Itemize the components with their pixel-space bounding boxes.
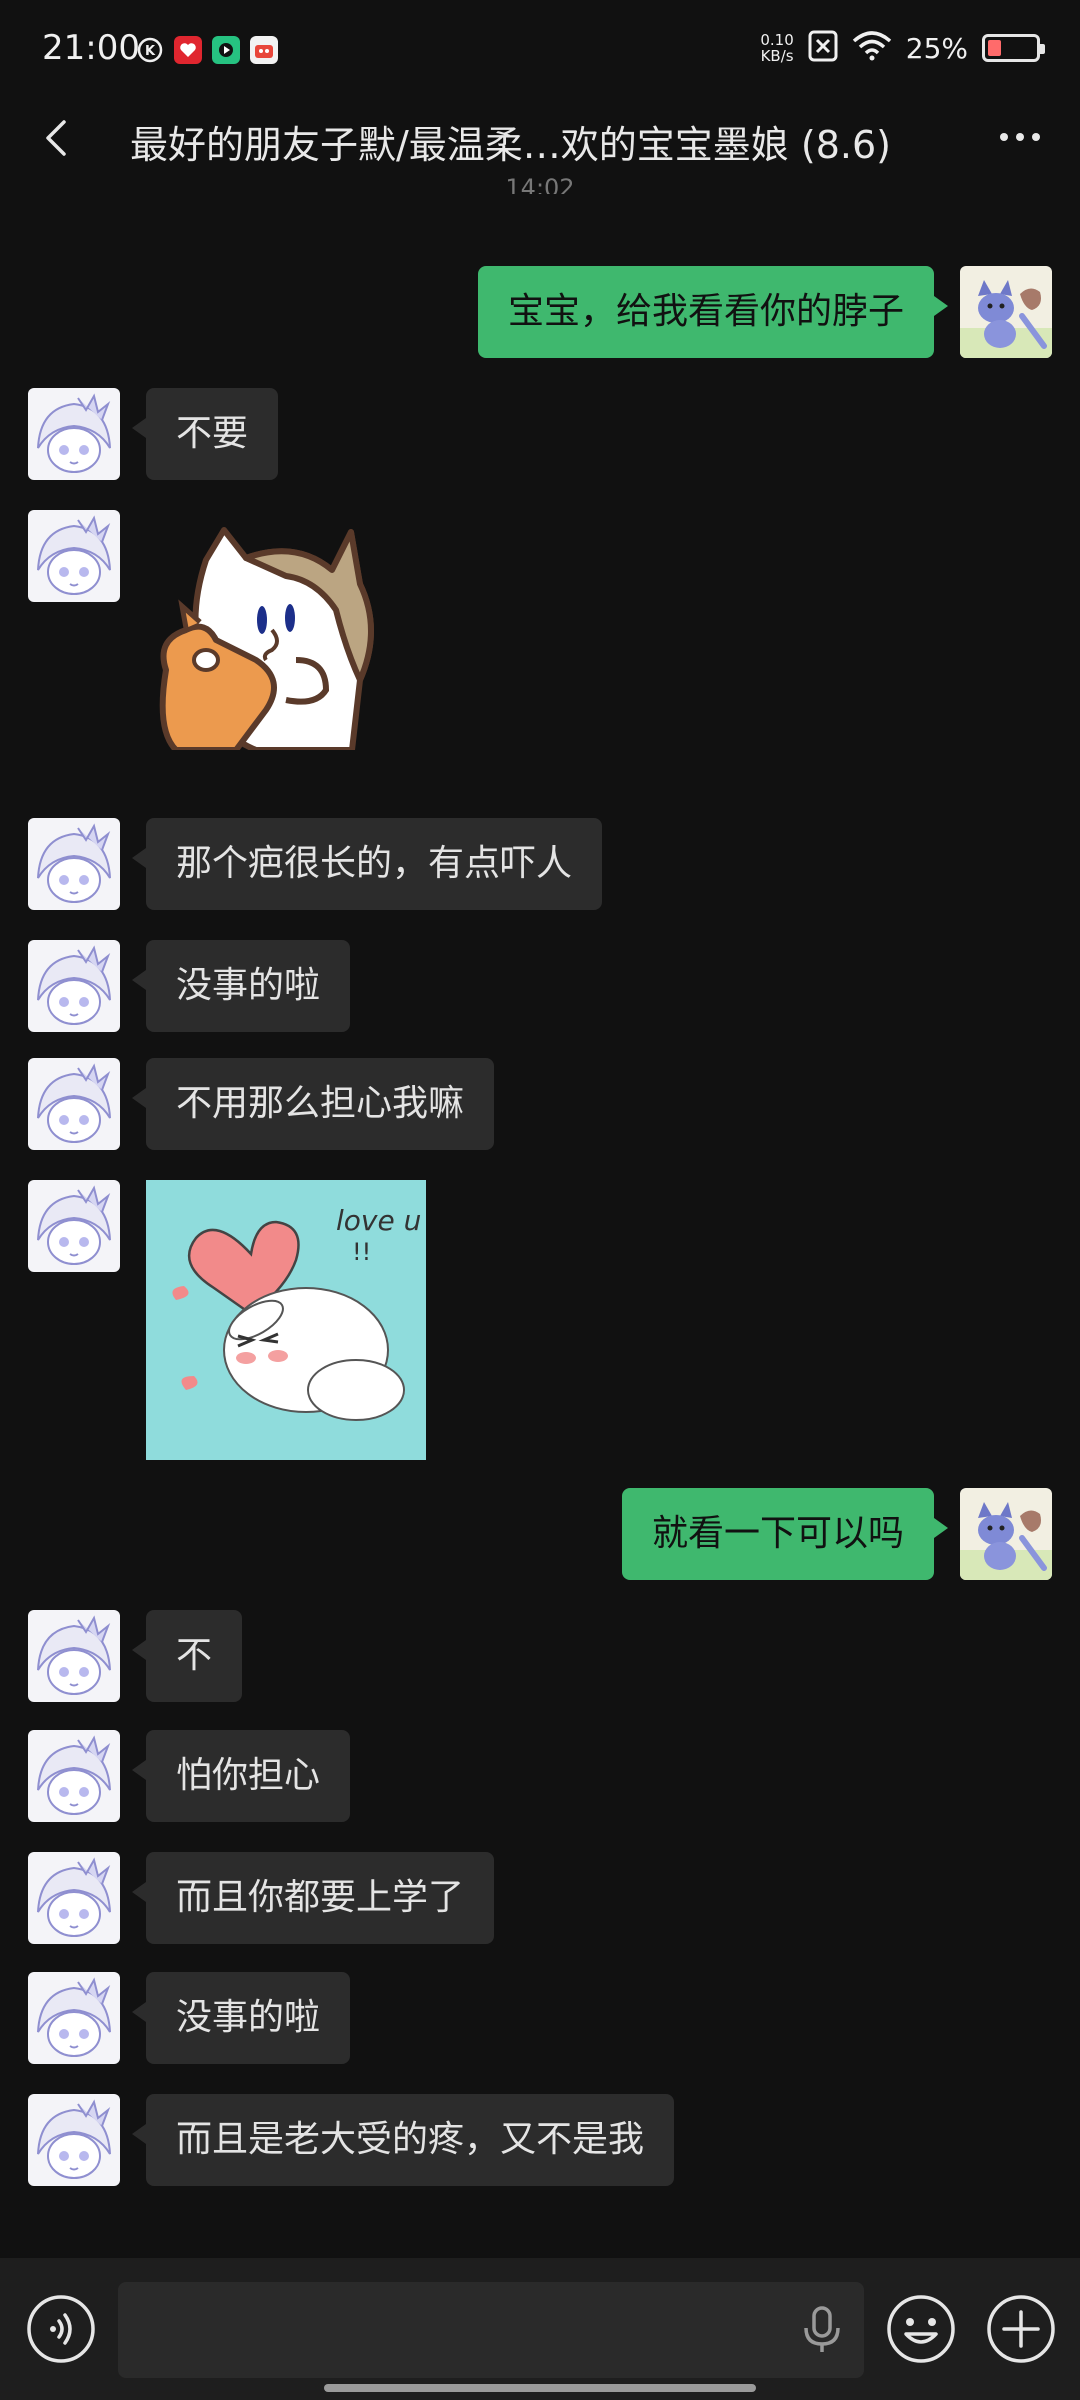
message-row (28, 510, 386, 754)
chat-header: 最好的朋友子默/最温柔…欢的宝宝墨娘 (8.6) (0, 100, 1080, 180)
message-row: love u!! (28, 1180, 426, 1464)
message-row: 没事的啦 (28, 940, 351, 1032)
cat-hugging-orange-cat-sticker[interactable] (146, 510, 386, 754)
message-row: 不用那么担心我嘛 (28, 1058, 495, 1150)
message-timestamp: 14:02 (505, 174, 575, 194)
message-row: 就看一下可以吗 (621, 1488, 1052, 1580)
message-row: 那个疤很长的，有点吓人 (28, 818, 603, 910)
status-right: 0.10 KB/s 25% (760, 30, 1045, 66)
friend-avatar[interactable] (28, 1180, 120, 1272)
message-bubble[interactable]: 而且你都要上学了 (131, 1852, 495, 1944)
battery-percent: 25% (905, 31, 968, 65)
svg-text:!!: !! (352, 1238, 371, 1266)
message-row: 宝宝，给我看看你的脖子 (477, 266, 1052, 358)
friend-avatar[interactable] (28, 510, 120, 602)
k-circle-icon: K (136, 36, 164, 64)
self-avatar[interactable] (960, 1488, 1052, 1580)
status-bar: 21:00 K 0.10 KB/s 25% (0, 0, 1080, 100)
message-bubble[interactable]: 怕你担心 (131, 1730, 351, 1822)
self-avatar[interactable] (960, 266, 1052, 358)
message-bubble[interactable]: 而且是老大受的疼，又不是我 (131, 2094, 675, 2186)
plus-circle-icon[interactable] (986, 2294, 1056, 2364)
friend-avatar[interactable] (28, 388, 120, 480)
status-time: 21:00 (42, 28, 140, 68)
friend-avatar[interactable] (28, 1972, 120, 2064)
friend-avatar[interactable] (28, 818, 120, 910)
sticker-text: love u (336, 1204, 421, 1237)
more-dots-icon[interactable] (996, 122, 1044, 152)
chat-title: 最好的朋友子默/最温柔…欢的宝宝墨娘 (8.6) (130, 123, 891, 167)
message-row: 不要 (28, 388, 279, 480)
friend-avatar[interactable] (28, 1610, 120, 1702)
notification-icons: K (136, 36, 278, 64)
friend-avatar[interactable] (28, 940, 120, 1032)
input-bar (0, 2258, 1080, 2400)
network-speed-value: 0.10 (760, 31, 794, 49)
message-bubble[interactable]: 宝宝，给我看看你的脖子 (477, 266, 949, 358)
message-bubble[interactable]: 就看一下可以吗 (621, 1488, 949, 1580)
message-row: 而且是老大受的疼，又不是我 (28, 2094, 675, 2186)
data-saver-icon (808, 30, 838, 66)
svg-text:K: K (145, 44, 156, 59)
home-indicator[interactable] (324, 2384, 756, 2392)
message-bubble[interactable]: 不 (131, 1610, 243, 1702)
green-app-icon (212, 36, 240, 64)
message-bubble[interactable]: 没事的啦 (131, 940, 351, 1032)
network-speed-unit: KB/s (760, 47, 794, 65)
microphone-icon[interactable] (800, 2306, 844, 2354)
message-bubble[interactable]: 没事的啦 (131, 1972, 351, 2064)
message-row: 没事的啦 (28, 1972, 351, 2064)
emoji-icon[interactable] (886, 2294, 956, 2364)
message-bubble[interactable]: 不要 (131, 388, 279, 480)
red-app-icon (174, 36, 202, 64)
friend-avatar[interactable] (28, 2094, 120, 2186)
friend-avatar[interactable] (28, 1730, 120, 1822)
message-bubble[interactable]: 那个疤很长的，有点吓人 (131, 818, 603, 910)
message-row: 怕你担心 (28, 1730, 351, 1822)
chevron-left-icon[interactable] (34, 114, 82, 162)
voice-wave-icon[interactable] (26, 2294, 96, 2364)
message-bubble[interactable]: 不用那么担心我嘛 (131, 1058, 495, 1150)
battery-fill (988, 40, 1001, 56)
message-input[interactable] (118, 2282, 864, 2378)
love-u-dog-sticker[interactable]: love u!! (146, 1180, 426, 1464)
wifi-icon (852, 31, 892, 65)
red-orange-app-icon (250, 36, 278, 64)
network-speed: 0.10 KB/s (760, 32, 793, 64)
battery-icon (982, 34, 1045, 62)
friend-avatar[interactable] (28, 1058, 120, 1150)
friend-avatar[interactable] (28, 1852, 120, 1944)
message-row: 不 (28, 1610, 243, 1702)
message-row: 而且你都要上学了 (28, 1852, 495, 1944)
